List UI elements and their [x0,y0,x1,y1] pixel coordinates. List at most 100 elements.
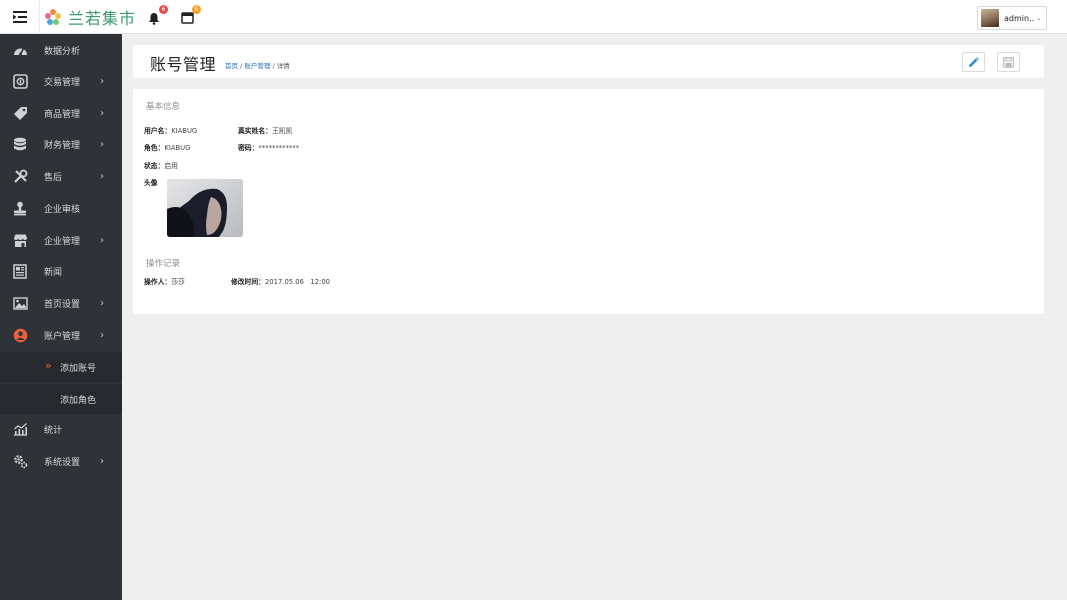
realname-field: 真实姓名：王凯凯 [238,125,292,135]
messages-badge: 6 [192,5,201,14]
operation-log-title: 操作记录 [146,259,181,269]
chevron-right-icon: › [100,329,104,341]
operator-field: 操作人：莎莎 [144,276,185,286]
chevron-right-icon: › [100,234,104,246]
basic-info-title: 基本信息 [146,102,181,112]
store-icon [12,232,28,248]
sidebar-item-label: 系统设置 [44,457,81,468]
sidebar-item-label: 企业审核 [44,204,81,215]
sidebar-item-label: 统计 [44,425,63,436]
user-circle-icon [12,327,28,343]
account-detail-card: 基本信息 用户名：KIABUG 真实姓名：王凯凯 角色：KIABUG 密码：**… [133,89,1044,314]
role-field: 角色：KIABUG [144,142,190,152]
sidebar-item-label: 售后 [44,172,63,183]
password-field: 密码：************ [238,142,299,152]
realname-value: 王凯凯 [271,127,293,135]
status-label: 状态： [144,162,165,170]
operator-value: 莎莎 [171,278,185,286]
sidebar-subitem-label: 添加角色 [60,396,97,406]
sidebar-item-label: 交易管理 [44,77,81,88]
sidebar-item-after-sales[interactable]: 售后 › [0,160,122,192]
brand-logo[interactable]: 兰若集市 [44,5,136,29]
role-value: KIABUG [164,144,191,152]
username-value: KIABUG [171,127,198,135]
sidebar-subitem-add-role[interactable]: 添加角色 [0,384,122,414]
sidebar-item-company-management[interactable]: 企业管理 › [0,224,122,256]
hamburger-icon [12,11,27,23]
sidebar-item-company-review[interactable]: 企业审核 [0,192,122,224]
breadcrumb: 首页 / 账户管理 / 详情 [225,60,290,70]
role-label: 角色： [144,144,165,152]
sidebar-item-homepage-settings[interactable]: 首页设置 › [0,287,122,319]
chart-line-icon [12,421,28,437]
sidebar-item-label: 账户管理 [44,331,81,342]
chevron-right-icon: › [100,455,104,467]
sidebar-item-news[interactable]: 新闻 [0,255,122,287]
sidebar-item-finance[interactable]: 财务管理 › [0,128,122,160]
floppy-disk-icon [1003,56,1014,68]
sidebar-item-label: 企业管理 [44,236,81,247]
page-header: 账号管理 首页 / 账户管理 / 详情 [133,45,1044,78]
breadcrumb-account-link[interactable]: 账户管理 [244,62,270,70]
username-label: 用户名： [144,127,172,135]
pencil-icon [969,56,979,67]
avatar [981,9,999,27]
chevron-right-icon: › [100,170,104,182]
sidebar-item-account-management[interactable]: 账户管理 › [0,319,122,351]
modified-time-value: 2017.05.06 12:00 [264,278,330,286]
dashboard-icon [12,42,28,58]
image-settings-icon [12,295,28,311]
sidebar-subitem-label: 添加账号 [60,364,97,374]
breadcrumb-home-link[interactable]: 首页 [225,62,238,70]
sidebar-item-system-settings[interactable]: 系统设置 › [0,445,122,477]
chevron-right-icon: › [100,138,104,150]
messages-button[interactable]: 6 [178,5,201,27]
password-value: ************ [258,144,300,152]
brand-name: 兰若集市 [68,9,137,28]
avatar-field: 头像 [144,177,158,187]
sidebar-item-label: 首页设置 [44,299,81,310]
exchange-icon [12,73,28,89]
sidebar-item-statistics[interactable]: 统计 [0,413,122,445]
menu-toggle-button[interactable] [0,0,40,34]
newspaper-icon [12,263,28,279]
sidebar-item-data-analysis[interactable]: 数据分析 [0,34,122,66]
sidebar-subitem-add-account[interactable]: » 添加账号 [0,352,122,382]
status-field: 状态：启用 [144,160,178,170]
save-button[interactable] [997,52,1020,72]
modified-time-field: 修改时间：2017.05.06 12:00 [231,276,330,286]
operator-label: 操作人： [144,278,172,286]
breadcrumb-separator: / [240,62,243,70]
sidebar-item-label: 财务管理 [44,140,81,151]
sidebar: 数据分析 交易管理 › 商品管理 › 财务管理 › 售后 › 企业审核 企业管理… [0,34,122,600]
gears-icon [12,453,28,469]
password-label: 密码： [238,144,259,152]
bell-icon [149,12,159,25]
notifications-badge: 6 [159,5,168,14]
edit-button[interactable] [962,52,985,72]
chevron-right-icon: › [100,297,104,309]
sidebar-item-trade[interactable]: 交易管理 › [0,65,122,97]
sidebar-item-label: 商品管理 [44,109,81,120]
chevron-right-icon: › [100,75,104,87]
double-chevron-right-icon: » [45,359,52,372]
sidebar-item-products[interactable]: 商品管理 › [0,97,122,129]
tools-icon [12,168,28,184]
notifications-button[interactable]: 6 [145,5,168,27]
top-bar: 兰若集市 6 6 admin... ⌄ [0,0,1067,34]
user-menu-dropdown[interactable]: admin... ⌄ [977,6,1047,30]
avatar-photo [167,179,243,237]
flower-logo-icon [45,9,61,25]
chevron-down-icon: ⌄ [1036,14,1042,22]
breadcrumb-current: 详情 [276,62,290,70]
sidebar-item-label: 新闻 [44,267,63,278]
status-value: 启用 [164,162,178,170]
tag-icon [12,105,28,121]
chevron-right-icon: › [100,107,104,119]
inbox-icon [180,12,194,24]
page-title: 账号管理 [150,55,217,74]
sidebar-item-label: 数据分析 [44,46,81,57]
realname-label: 真实姓名： [238,127,272,135]
database-icon [12,136,28,152]
avatar-label: 头像 [144,179,158,187]
